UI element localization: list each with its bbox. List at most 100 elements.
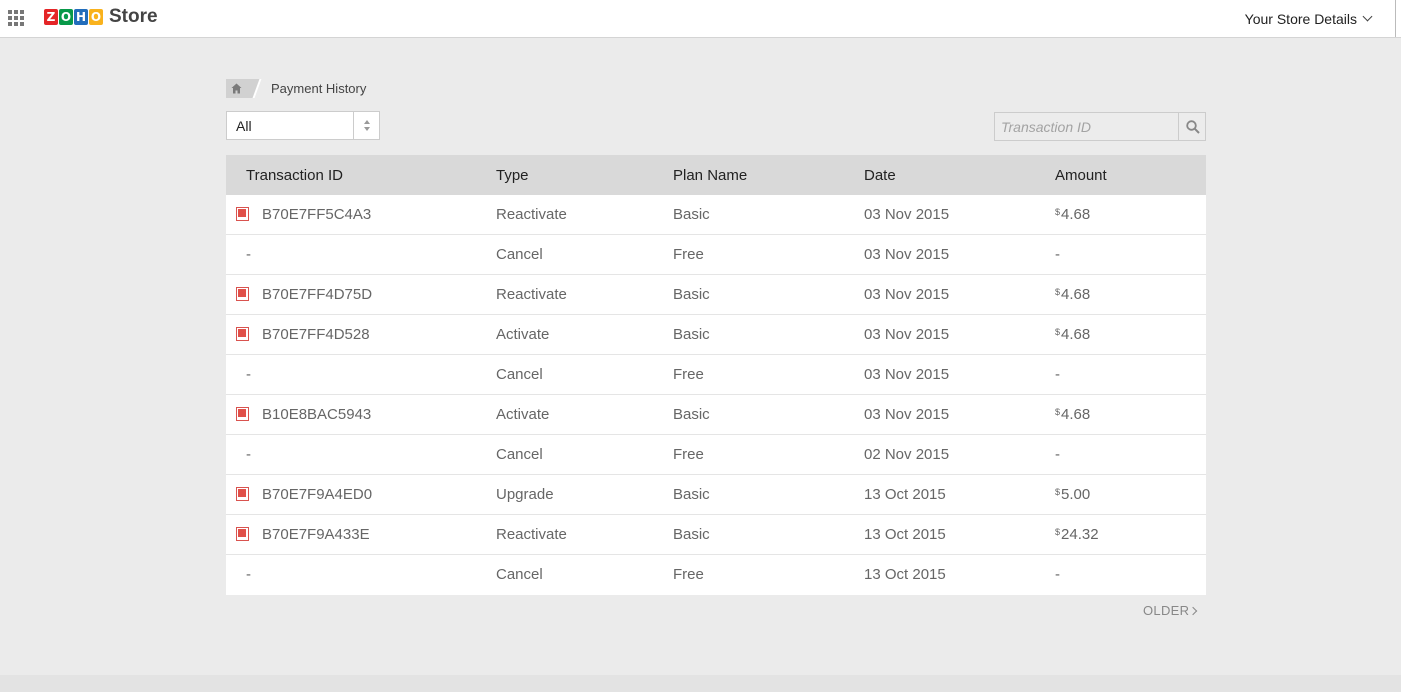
date-cell: 13 Oct 2015 <box>864 566 946 583</box>
top-bar: Z O H O Store Your Store Details <box>0 0 1401 38</box>
type-cell: Activate <box>496 406 550 423</box>
plan-name-cell: Basic <box>673 526 710 543</box>
currency-symbol: $ <box>1055 287 1061 297</box>
pdf-icon[interactable] <box>236 287 250 301</box>
type-cell: Upgrade <box>496 486 554 503</box>
window-edge <box>1395 0 1396 37</box>
app-name: Store <box>109 6 158 27</box>
date-cell: 13 Oct 2015 <box>864 486 946 503</box>
date-cell: 03 Nov 2015 <box>864 366 950 383</box>
pdf-icon[interactable] <box>236 327 250 341</box>
date-cell: 03 Nov 2015 <box>864 286 950 303</box>
type-cell: Reactivate <box>496 206 567 223</box>
type-cell: Reactivate <box>496 526 567 543</box>
pdf-icon[interactable] <box>236 207 250 221</box>
date-cell: 02 Nov 2015 <box>864 446 950 463</box>
apps-grid-icon[interactable] <box>8 10 24 26</box>
amount-value: - <box>1055 566 1060 583</box>
logo-letter: O <box>89 9 103 25</box>
amount-value: - <box>1055 366 1060 383</box>
amount-cell: $4.68 <box>1055 286 1090 303</box>
search-button[interactable] <box>1178 112 1206 141</box>
type-cell: Cancel <box>496 246 543 263</box>
transaction-id-search-input[interactable] <box>994 112 1179 141</box>
select-divider <box>353 112 354 139</box>
plan-name-cell: Free <box>673 366 704 383</box>
amount-cell: $5.00 <box>1055 486 1090 503</box>
transaction-id-cell: B70E7FF4D75D <box>262 286 373 303</box>
currency-symbol: $ <box>1055 407 1061 417</box>
select-arrows-icon <box>363 120 371 132</box>
table-row: - Cancel Free 03 Nov 2015 - <box>226 355 1206 395</box>
store-details-menu[interactable]: Your Store Details <box>1244 0 1373 37</box>
table-row: B70E7FF4D528 Activate Basic 03 Nov 2015 $4.6… <box>226 315 1206 355</box>
amount-value: - <box>1055 446 1060 463</box>
amount-value: 5.00 <box>1061 486 1091 503</box>
type-cell: Cancel <box>496 366 543 383</box>
breadcrumb: Payment History <box>226 79 366 98</box>
breadcrumb-separator <box>252 79 262 98</box>
currency-symbol: $ <box>1055 527 1061 537</box>
date-cell: 03 Nov 2015 <box>864 246 950 263</box>
transaction-id-cell: - <box>246 246 251 263</box>
search-icon <box>1186 120 1200 134</box>
amount-value: - <box>1055 246 1060 263</box>
table-row: B10E8BAC5943 Activate Basic 03 Nov 2015 $4.6… <box>226 395 1206 435</box>
table-body: B70E7FF5C4A3 Reactivate Basic 03 Nov 2015 $4… <box>226 195 1206 595</box>
currency-symbol: $ <box>1055 207 1061 217</box>
transaction-id-cell: - <box>246 446 251 463</box>
plan-name-cell: Basic <box>673 486 710 503</box>
plan-name-cell: Basic <box>673 206 710 223</box>
transaction-id-cell: B10E8BAC5943 <box>262 406 372 423</box>
chevron-down-icon <box>1362 11 1373 22</box>
transaction-id-cell: B70E7F9A433E <box>262 526 370 543</box>
breadcrumb-current: Payment History <box>271 81 367 96</box>
amount-value: 24.32 <box>1061 526 1099 543</box>
pdf-icon[interactable] <box>236 487 250 501</box>
currency-symbol: $ <box>1055 327 1061 337</box>
transaction-search <box>994 112 1206 141</box>
date-cell: 03 Nov 2015 <box>864 206 950 223</box>
amount-value: 4.68 <box>1061 286 1091 303</box>
table-row: B70E7FF5C4A3 Reactivate Basic 03 Nov 2015 $4… <box>226 195 1206 235</box>
plan-name-cell: Free <box>673 446 704 463</box>
table-header: Transaction ID Type Plan Name Date Amoun… <box>226 155 1206 195</box>
older-button[interactable]: OLDER <box>1143 603 1198 618</box>
amount-cell: $24.32 <box>1055 526 1099 543</box>
store-details-label: Your Store Details <box>1244 10 1357 27</box>
amount-cell: - <box>1055 366 1060 383</box>
zoho-logo[interactable]: Z O H O Store <box>44 6 158 28</box>
logo-letter: Z <box>44 9 58 25</box>
logo-letter: O <box>59 9 73 25</box>
amount-value: 4.68 <box>1061 406 1091 423</box>
type-filter-value: All <box>236 118 252 134</box>
plan-name-cell: Free <box>673 566 704 583</box>
table-row: - Cancel Free 03 Nov 2015 - <box>226 235 1206 275</box>
date-cell: 03 Nov 2015 <box>864 406 950 423</box>
plan-name-cell: Basic <box>673 286 710 303</box>
transaction-id-cell: - <box>246 366 251 383</box>
column-header-amount: Amount <box>1055 167 1107 184</box>
home-icon <box>231 83 242 94</box>
breadcrumb-home[interactable] <box>226 79 248 98</box>
type-filter-select[interactable]: All <box>226 111 380 140</box>
transaction-id-cell: B70E7FF4D528 <box>262 326 370 343</box>
column-header-transaction-id: Transaction ID <box>246 167 343 184</box>
transaction-id-cell: B70E7FF5C4A3 <box>262 206 372 223</box>
logo-letter: H <box>74 9 88 25</box>
type-cell: Reactivate <box>496 286 567 303</box>
table-row: B70E7FF4D75D Reactivate Basic 03 Nov 2015 $4… <box>226 275 1206 315</box>
plan-name-cell: Free <box>673 246 704 263</box>
pdf-icon[interactable] <box>236 527 250 541</box>
type-cell: Cancel <box>496 566 543 583</box>
chevron-right-icon <box>1189 606 1198 615</box>
amount-cell: - <box>1055 566 1060 583</box>
footer-strip <box>0 675 1401 692</box>
amount-cell: - <box>1055 446 1060 463</box>
amount-cell: - <box>1055 246 1060 263</box>
payment-history-table: Transaction ID Type Plan Name Date Amoun… <box>226 155 1206 595</box>
pdf-icon[interactable] <box>236 407 250 421</box>
older-label: OLDER <box>1143 603 1190 618</box>
table-row: B70E7F9A4ED0 Upgrade Basic 13 Oct 2015 $5.00 <box>226 475 1206 515</box>
date-cell: 03 Nov 2015 <box>864 326 950 343</box>
